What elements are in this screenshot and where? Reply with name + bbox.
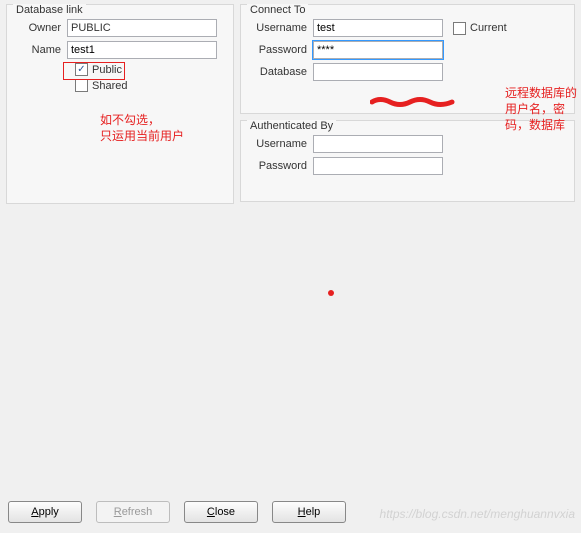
group-title-auth: Authenticated By — [247, 120, 336, 132]
current-label: Current — [470, 22, 507, 34]
auth-password-input[interactable] — [313, 157, 443, 175]
name-input[interactable] — [67, 41, 217, 59]
group-title-connect: Connect To — [247, 4, 308, 16]
current-checkbox-row[interactable]: Current — [453, 22, 507, 35]
annotation-note-2: 远程数据库的 用户名，密 码，数据库 — [505, 85, 577, 133]
annotation-note-1: 如不勾选， 只运用当前用户 — [100, 112, 184, 144]
shared-checkbox-row[interactable]: Shared — [75, 79, 225, 92]
ct-database-input[interactable] — [313, 63, 443, 81]
ct-password-label: Password — [249, 44, 313, 56]
ct-username-input[interactable] — [313, 19, 443, 37]
ct-username-label: Username — [249, 22, 313, 34]
current-checkbox[interactable] — [453, 22, 466, 35]
help-button[interactable]: Help — [272, 501, 346, 523]
database-link-group: Database link Owner Name ✓ Public Shared — [6, 4, 234, 204]
auth-username-input[interactable] — [313, 135, 443, 153]
auth-username-label: Username — [249, 138, 313, 150]
annotation-dot — [328, 290, 334, 296]
owner-label: Owner — [15, 22, 67, 34]
refresh-button: Refresh — [96, 501, 170, 523]
apply-button[interactable]: Apply — [8, 501, 82, 523]
close-button[interactable]: Close — [184, 501, 258, 523]
auth-password-label: Password — [249, 160, 313, 172]
ct-database-label: Database — [249, 66, 313, 78]
public-label: Public — [92, 64, 122, 76]
name-label: Name — [15, 44, 67, 56]
public-checkbox-row[interactable]: ✓ Public — [75, 63, 225, 76]
shared-checkbox[interactable] — [75, 79, 88, 92]
group-title-dblink: Database link — [13, 4, 86, 16]
shared-label: Shared — [92, 80, 127, 92]
owner-input — [67, 19, 217, 37]
watermark: https://blog.csdn.net/menghuannvxia — [380, 507, 575, 521]
button-bar: Apply Refresh Close Help — [8, 501, 346, 523]
public-checkbox[interactable]: ✓ — [75, 63, 88, 76]
ct-password-input[interactable] — [313, 41, 443, 59]
